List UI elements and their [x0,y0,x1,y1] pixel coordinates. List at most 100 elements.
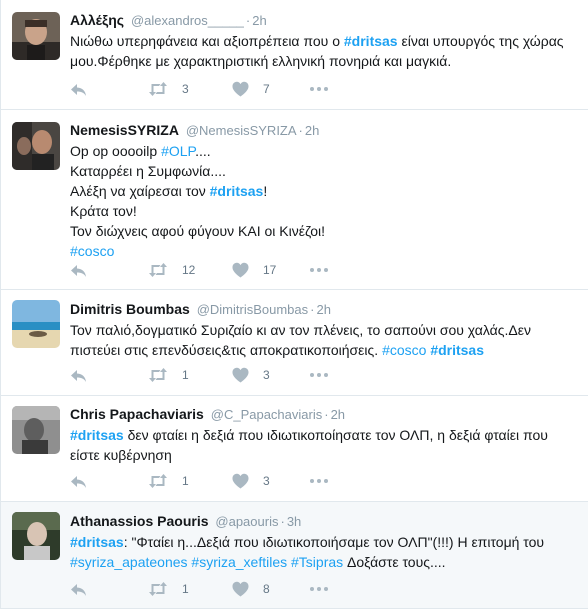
more-button[interactable] [310,579,328,599]
hashtag-link[interactable]: #syriza_xeftiles [191,554,287,570]
tweet-text-segment: δεν φταίει η δεξιά που ιδιωτικοποίησατε … [123,427,548,443]
tweet-text-line: Καταρρέει η Συμφωνία.... [70,161,580,181]
reply-button[interactable] [70,579,87,599]
reply-button[interactable] [70,79,87,99]
hashtag-link[interactable]: #cosco [382,342,426,358]
tweet-timestamp[interactable]: 2h [252,13,266,28]
retweet-icon [148,580,168,598]
avatar[interactable] [12,300,60,348]
tweet-actions: 1 8 [70,579,370,599]
retweet-count: 12 [182,263,196,277]
reply-icon [70,81,87,98]
tweet-text: Νιώθω υπερηφάνεια και αξιοπρέπεια που ο … [70,31,580,71]
hashtag-link[interactable]: #dritsas [70,427,124,443]
user-fullname[interactable]: Athanassios Paouris [70,513,209,529]
tweet-timestamp[interactable]: 3h [287,514,301,529]
tweet-text-line: Τον διώχνεις αφού φύγουν ΚΑΙ οι Κινέζοι! [70,221,580,241]
tweet[interactable]: NemesisSYRIZA @NemesisSYRIZA · 2h Op op oo… [1,110,588,290]
avatar[interactable] [12,512,60,560]
tweet[interactable]: Dimitris Boumbas @DimitrisBoumbas · 2h Τον… [1,290,588,396]
hashtag-link[interactable]: #cosco [70,243,114,259]
heart-icon [232,262,249,279]
user-fullname[interactable]: Chris Papachaviaris [70,406,204,422]
more-button[interactable] [310,260,328,280]
more-button[interactable] [310,365,328,385]
retweet-button[interactable]: 1 [148,365,189,385]
tweet[interactable]: Athanassios Paouris @apaouris · 3h #dritsa… [1,502,588,609]
avatar[interactable] [12,122,60,170]
tweet-header: Chris Papachaviaris @C_Papachaviaris · 2h [70,405,580,424]
reply-button[interactable] [70,365,87,385]
avatar[interactable] [12,12,60,60]
separator-dot: · [324,407,329,422]
user-fullname[interactable]: Dimitris Boumbas [70,301,190,317]
reply-button[interactable] [70,471,87,491]
like-button[interactable]: 8 [232,579,270,599]
user-fullname[interactable]: NemesisSYRIZA [70,122,179,138]
retweet-icon [148,366,168,384]
tweet-timestamp[interactable]: 2h [305,123,319,138]
reply-button[interactable] [70,260,87,280]
tweet-text-segment: Τον διώχνεις αφού φύγουν ΚΑΙ οι Κινέζοι! [70,223,326,239]
tweet-timestamp[interactable]: 2h [317,302,331,317]
tweet-text-line: #syriza_apateones #syriza_xeftiles #Tsip… [70,552,580,572]
retweet-button[interactable]: 1 [148,579,189,599]
separator-dot: · [245,13,251,28]
retweet-count: 1 [182,474,189,488]
tweet-text-segment: πιστεύει στις επενδύσεις&τις αποκρατικοπ… [70,342,383,358]
user-fullname[interactable]: Αλλέξης [70,12,124,28]
separator-dot: · [298,123,303,138]
retweet-count: 3 [182,82,189,96]
tweet-text-segment: είναι υπουργός της χώρας [397,33,564,49]
like-count: 3 [263,368,270,382]
tweet-actions: 3 7 [70,79,370,99]
more-button[interactable] [310,79,328,99]
tweet-timeline: Αλλέξης @alexandros_____ · 2h Νιώθω υπερηφ… [0,0,588,609]
tweet[interactable]: Αλλέξης @alexandros_____ · 2h Νιώθω υπερηφ… [1,0,588,110]
hashtag-link[interactable]: #syriza_apateones [70,554,188,570]
tweet-text: #dritsas δεν φταίει η δεξιά που ιδιωτικο… [70,425,580,465]
tweet-text-line: Νιώθω υπερηφάνεια και αξιοπρέπεια που ο … [70,31,580,51]
tweet-text-line: #dritsas δεν φταίει η δεξιά που ιδιωτικο… [70,425,580,445]
tweet-header: Athanassios Paouris @apaouris · 3h [70,512,580,531]
tweet-text-line: Αλέξη να χαίρεσαι τον #dritsas! [70,181,580,201]
separator-dot: · [310,302,315,317]
hashtag-link[interactable]: #dritsas [70,534,124,550]
tweet-text-segment: .... [195,143,211,159]
like-button[interactable]: 7 [232,79,270,99]
tweet-timestamp[interactable]: 2h [331,407,345,422]
retweet-button[interactable]: 3 [148,79,189,99]
tweet-text-line: #cosco [70,241,580,261]
retweet-button[interactable]: 12 [148,260,195,280]
like-count: 7 [263,82,270,96]
separator-dot: · [280,514,285,529]
hashtag-link[interactable]: #OLP [161,143,195,159]
more-icon [310,87,328,91]
tweet-text-segment: Τον παλιό,δογματικό Συριζαίο κι αν τον π… [70,322,531,338]
hashtag-link[interactable]: #dritsas [344,33,398,49]
hashtag-link[interactable]: #dritsas [210,183,264,199]
tweet-text-line: Τον παλιό,δογματικό Συριζαίο κι αν τον π… [70,320,580,340]
user-handle[interactable]: @NemesisSYRIZA [186,123,297,138]
user-handle[interactable]: @apaouris [215,514,278,529]
hashtag-link[interactable]: #dritsas [430,342,484,358]
tweet-text-segment: ! [263,183,268,199]
user-handle[interactable]: @alexandros_____ [131,13,244,28]
like-button[interactable]: 17 [232,260,276,280]
reply-icon [70,473,87,490]
heart-icon [232,367,249,384]
user-handle[interactable]: @C_Papachaviaris [211,407,322,422]
like-button[interactable]: 3 [232,365,270,385]
tweet-text-segment: μου.Φέρθηκε με χαρακτηριστική ελληνική π… [70,53,452,69]
reply-icon [70,262,87,279]
more-button[interactable] [310,471,328,491]
like-button[interactable]: 3 [232,471,270,491]
like-count: 17 [263,263,277,277]
user-handle[interactable]: @DimitrisBoumbas [197,302,308,317]
hashtag-link[interactable]: #Tsipras [291,554,343,570]
more-icon [310,373,328,377]
tweet[interactable]: Chris Papachaviaris @C_Papachaviaris · 2h … [1,396,588,502]
retweet-button[interactable]: 1 [148,471,189,491]
avatar[interactable] [12,406,60,454]
reply-icon [70,581,87,598]
